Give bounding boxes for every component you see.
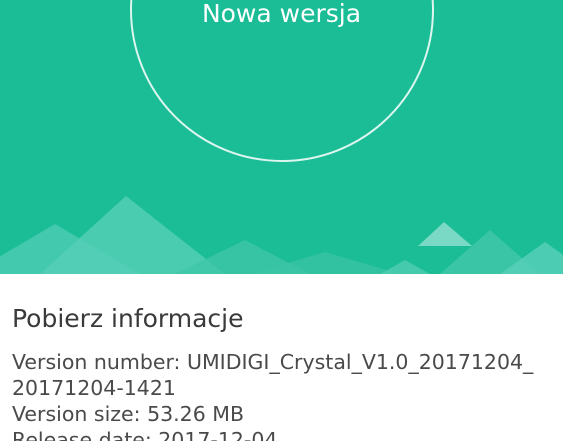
version-details: Version number: UMIDIGI_Crystal_V1.0_201… — [12, 349, 557, 441]
mountain-decoration — [0, 196, 563, 274]
version-size: Version size: 53.26 MB — [12, 402, 245, 426]
version-number-line-1: Version number: UMIDIGI_Crystal_V1.0_201… — [12, 350, 534, 374]
new-version-title: Nowa wersja — [201, 0, 362, 28]
update-hero-banner: Nowa wersja — [0, 0, 563, 274]
mountain-shape — [380, 260, 430, 274]
release-date: Release date: 2017-12-04 — [12, 428, 278, 441]
update-screen: Nowa wersja Pobierz informacje Version n… — [0, 0, 563, 441]
version-number-line-2: 20171204-1421 — [12, 376, 176, 400]
download-info-heading: Pobierz informacje — [12, 304, 244, 333]
mountain-shape — [418, 222, 472, 246]
download-info-section: Pobierz informacje Version number: UMIDI… — [0, 274, 563, 441]
